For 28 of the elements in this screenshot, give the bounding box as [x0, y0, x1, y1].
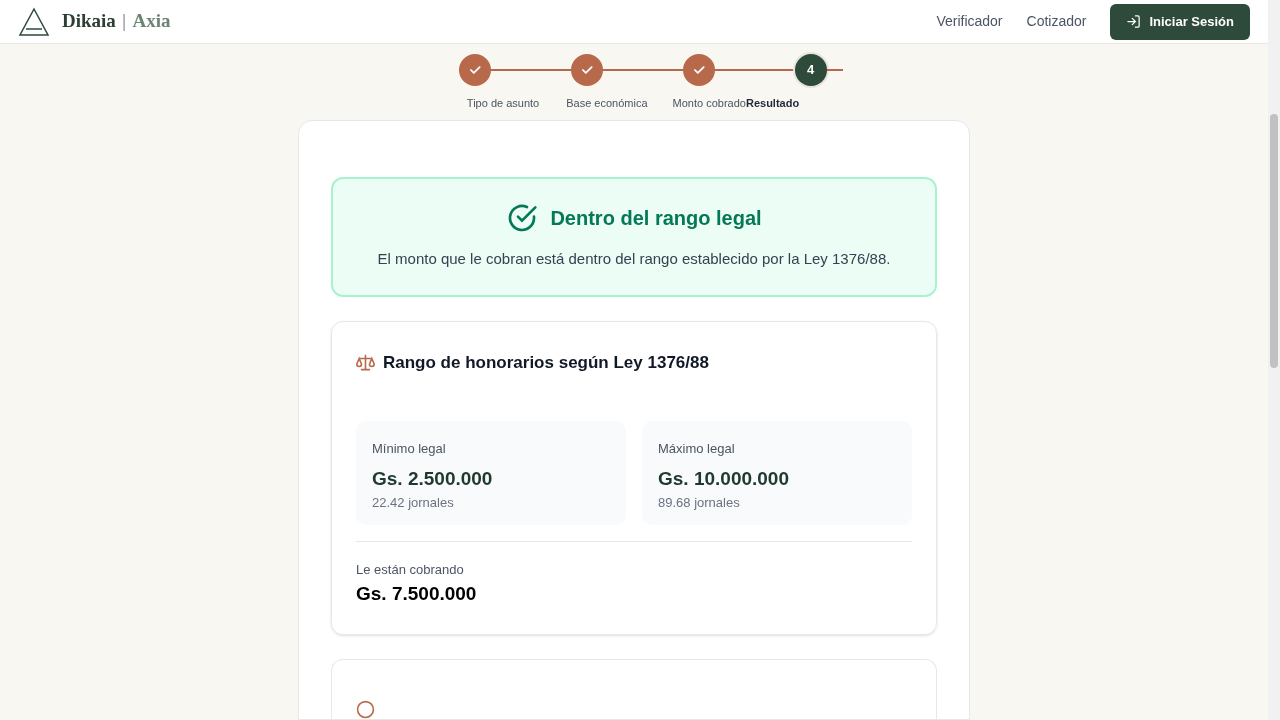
limit-label: Máximo legal	[658, 440, 736, 458]
limit-label: Mínimo legal	[372, 440, 447, 458]
login-icon	[1126, 14, 1142, 29]
range-title: Rango de honorarios según Ley 1376/88	[383, 351, 709, 374]
step-label: Tipo de asunto	[466, 96, 540, 111]
logo-icon	[18, 6, 50, 37]
brand-name: Dikaia	[62, 9, 116, 34]
limit-amount: Gs. 2.500.000	[372, 466, 494, 491]
verdict-message: El monto que le cobran está dentro del rango establecido por la Ley 1376/88.	[377, 249, 891, 270]
nav-link[interactable]: Verificador	[936, 11, 1003, 32]
brand-separator: |	[121, 10, 127, 33]
brand-suffix: Axia	[132, 9, 171, 34]
login-button[interactable]: Iniciar Sesión	[1110, 3, 1250, 40]
step-label: Monto cobrado	[672, 96, 746, 111]
limit-amount: Gs. 10.000.000	[658, 466, 790, 491]
limit-jornales: 89.68 jornales	[658, 494, 741, 512]
verdict-title: Dentro del rango legal	[550, 206, 762, 232]
charged-label: Le están cobrando	[356, 561, 465, 579]
step-label: Resultado	[745, 96, 800, 111]
nav-link[interactable]: Cotizador	[1026, 11, 1087, 32]
scale-icon	[356, 352, 375, 372]
charged-amount: Gs. 7.500.000	[356, 581, 478, 606]
limit-jornales: 22.42 jornales	[372, 494, 455, 512]
check-icon	[467, 63, 482, 77]
check-icon	[579, 63, 594, 77]
step-label: Base económica	[566, 96, 648, 111]
check-icon	[691, 63, 706, 77]
circle-icon	[356, 700, 375, 719]
